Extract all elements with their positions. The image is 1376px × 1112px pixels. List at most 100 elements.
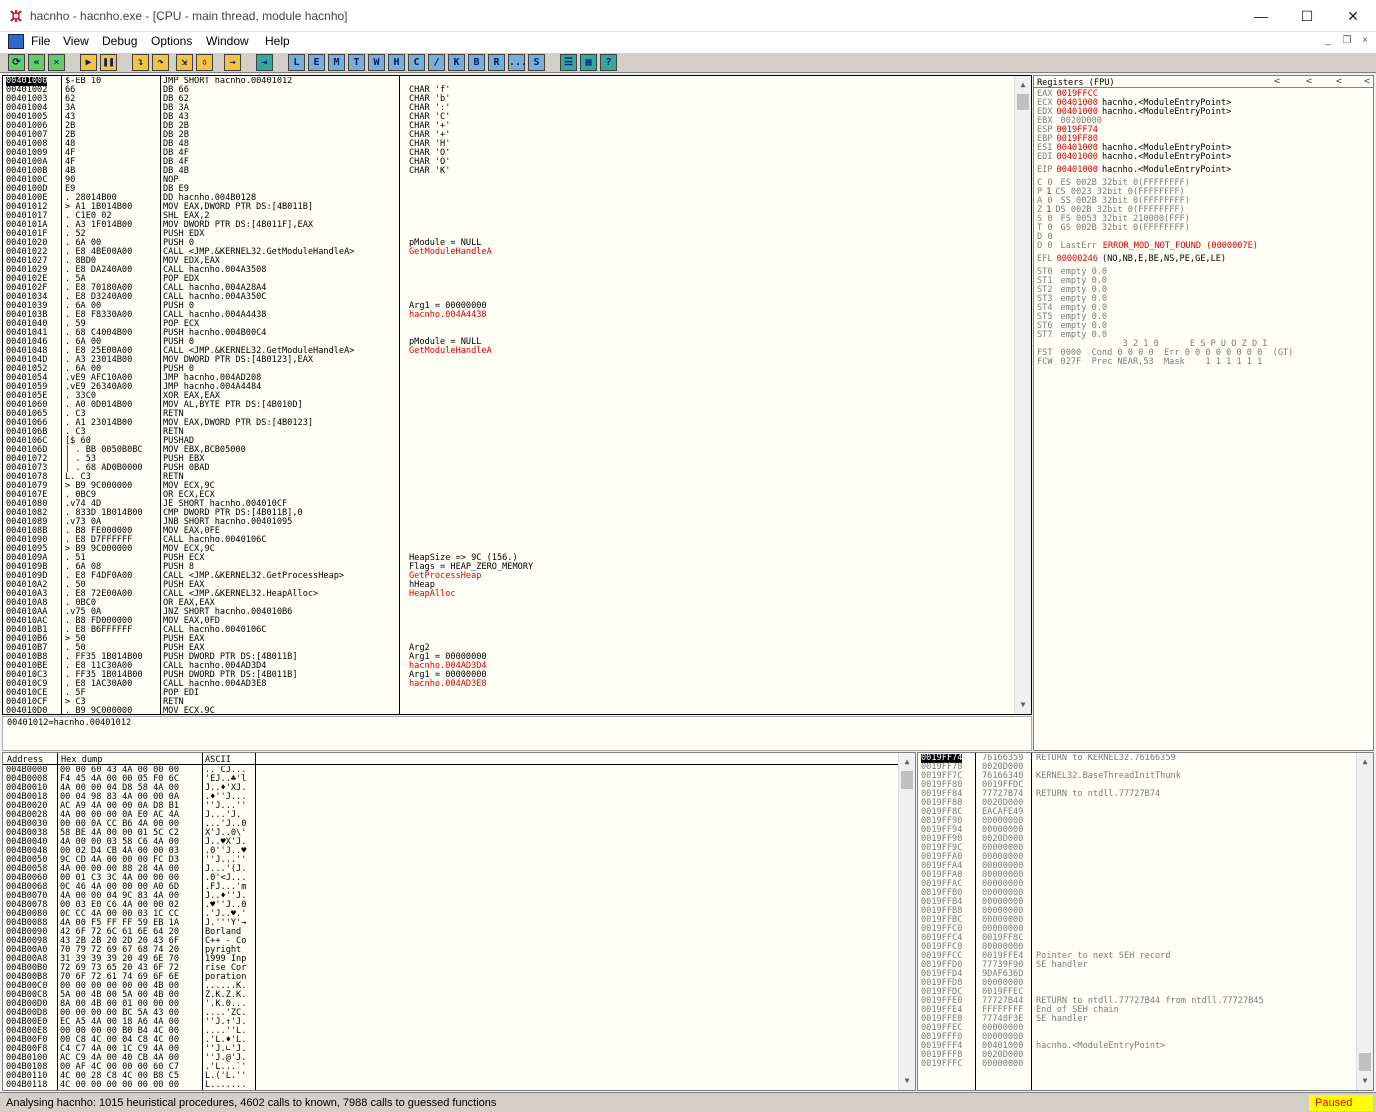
disasm-row[interactable]: 004010B8. FF35 1B014B00 PUSH DWORD PTR DS… <box>3 653 1015 662</box>
scroll-thumb[interactable] <box>1359 1053 1371 1071</box>
disasm-row[interactable]: 00401008 48 DB 48 CHAR 'H' <box>3 140 1015 149</box>
disasm-row[interactable]: 004010B1. E8 B6FFFFFF CALL hacnho.0040106… <box>3 626 1015 635</box>
trace-into-icon[interactable]: ⇲ <box>176 54 193 71</box>
windows-window-button[interactable]: W <box>368 54 385 71</box>
menu-view[interactable]: View <box>63 34 89 48</box>
disasm-row[interactable]: 004010CE. 5F POP EDI <box>3 689 1015 698</box>
disasm-row[interactable]: 00401005 43 DB 43 CHAR 'C' <box>3 113 1015 122</box>
disasm-row[interactable]: 004010C3. FF35 1B014B00 PUSH DWORD PTR DS… <box>3 671 1015 680</box>
disasm-row[interactable]: 0040101F. 52 PUSH EDX <box>3 230 1015 239</box>
disasm-row[interactable]: 004010A3. E8 72E00A00 CALL <JMP.&KERNEL32… <box>3 590 1015 599</box>
minimize-button[interactable]: — <box>1238 0 1284 32</box>
disasm-row[interactable]: 00401041. 68 C4004B00 PUSH hacnho.004B00C… <box>3 329 1015 338</box>
disasm-row[interactable]: 00401082. 833D 1B014B00 CMP DWORD PTR DS:… <box>3 509 1015 518</box>
menu-window[interactable]: Window <box>206 34 249 48</box>
disasm-row[interactable]: 004010CF > C3 RETN <box>3 698 1015 707</box>
register-value[interactable]: 00000246 <box>1057 254 1098 264</box>
scroll-up-icon[interactable]: ▲ <box>899 755 915 769</box>
disasm-row[interactable]: 0040102F. E8 70180A00 CALL hacnho.004A28A… <box>3 284 1015 293</box>
disasm-row[interactable]: 0040100A 4F DB 4F CHAR 'O' <box>3 158 1015 167</box>
stack-pane[interactable]: 0019FF74 76166359 RETURN to KERNEL32.76166… <box>917 752 1374 1091</box>
registers-pane[interactable]: Registers (FPU) < < < < EAX 0019FFCC ECX 00… <box>1033 75 1374 751</box>
disasm-row[interactable]: 004010B6 > 50 PUSH EAX <box>3 635 1015 644</box>
disasm-row[interactable]: 004010A8. 0BC0 OR EAX,EAX <box>3 599 1015 608</box>
step-into-icon[interactable]: ↴ <box>132 54 149 71</box>
scroll-thumb[interactable] <box>901 771 913 789</box>
disasm-row[interactable]: 00401034. E8 D3240A00 CALL hacnho.004A350… <box>3 293 1015 302</box>
chevron-left-icon[interactable]: < <box>1306 76 1312 87</box>
pause-icon[interactable]: ❚❚ <box>100 54 117 71</box>
stack-scrollbar[interactable]: ▲ ▼ <box>1356 753 1373 1090</box>
hex-dump-pane[interactable]: Address Hex dump ASCII 004B0000 00 00 60 … <box>2 752 916 1091</box>
disasm-row[interactable]: 004010D0 . B9 9C000000 MOV ECX,9C <box>3 707 1015 714</box>
disasm-row[interactable]: 00401073 | . 68 AD0B0000 PUSH 0BAD <box>3 464 1015 473</box>
disasm-row[interactable]: 0040106C [$ 60 PUSHAD <box>3 437 1015 446</box>
disasm-row[interactable]: 00401003 62 DB 62 CHAR 'b' <box>3 95 1015 104</box>
disasm-row[interactable]: 004010BE. E8 11C30A00 CALL hacnho.004AD3D… <box>3 662 1015 671</box>
disasm-row[interactable]: 00401046. 6A 00 PUSH 0 pModule = NULL <box>3 338 1015 347</box>
disasm-row[interactable]: 004010AC. B8 FD000000 MOV EAX,0FD <box>3 617 1015 626</box>
disasm-row[interactable]: 00401040. 59 POP ECX <box>3 320 1015 329</box>
disasm-row[interactable]: 00401065. C3 RETN <box>3 410 1015 419</box>
disasm-row[interactable]: 00401089 .v73 0A JNB SHORT hacnho.00401095 <box>3 518 1015 527</box>
disasm-row[interactable]: 004010B7. 50 PUSH EAX Arg2 <box>3 644 1015 653</box>
disasm-row[interactable]: 0040106D | . BB 0050B0BC MOV EBX,BCB05000 <box>3 446 1015 455</box>
disasm-row[interactable]: 0040100C 90 NOP <box>3 176 1015 185</box>
disasm-row[interactable]: 00401012 > A1 1B014B00 MOV EAX,DWORD PTR D… <box>3 203 1015 212</box>
stack-rows[interactable]: 0019FF74 76166359 RETURN to KERNEL32.76166… <box>918 754 1356 1090</box>
disasm-row[interactable]: 00401020. 6A 00 PUSH 0 pModule = NULL <box>3 239 1015 248</box>
chevron-left-icon[interactable]: < <box>1364 76 1370 87</box>
cpu-window-button[interactable]: C <box>408 54 425 71</box>
disasm-row[interactable]: 00401078 L. C3 RETN <box>3 473 1015 482</box>
call-stack-window-button[interactable]: K <box>448 54 465 71</box>
disasm-row[interactable]: 00401022. E8 4BE00A00 CALL <JMP.&KERNEL32… <box>3 248 1015 257</box>
disasm-row[interactable]: 00401072 | . 53 PUSH EBX <box>3 455 1015 464</box>
disasm-row[interactable]: 0040106B. C3 RETN <box>3 428 1015 437</box>
close-program-icon[interactable]: ✕ <box>48 54 65 71</box>
patches-window-button[interactable]: / <box>428 54 445 71</box>
dump-ascii-header[interactable]: ASCII <box>205 755 231 765</box>
disasm-row[interactable]: 00401052. 6A 00 PUSH 0 <box>3 365 1015 374</box>
disasm-row[interactable]: 0040101A. A3 1F014B00 MOV DWORD PTR DS:[4… <box>3 221 1015 230</box>
disasm-row[interactable]: 00401002 66 DB 66 CHAR 'f' <box>3 86 1015 95</box>
disasm-row[interactable]: 0040100D E9 DB E9 <box>3 185 1015 194</box>
child-close-button[interactable]: × <box>1357 34 1373 48</box>
menu-options[interactable]: Options <box>151 34 192 48</box>
threads-window-button[interactable]: T <box>348 54 365 71</box>
child-restore-button[interactable]: ❐ <box>1339 34 1355 48</box>
references-window-button[interactable]: R <box>488 54 505 71</box>
dump-hex-header[interactable]: Hex dump <box>61 755 102 765</box>
disasm-row[interactable]: 00401079 > B9 9C000000 MOV ECX,9C <box>3 482 1015 491</box>
disasm-row[interactable]: 0040109D. E8 F4DF0A00 CALL <JMP.&KERNEL32… <box>3 572 1015 581</box>
breakpoints-window-button[interactable]: B <box>468 54 485 71</box>
disasm-row[interactable]: 00401059 .vE9 26340A00 JMP hacnho.004A4484 <box>3 383 1015 392</box>
disasm-row[interactable]: 004010AA .v75 0A JNZ SHORT hacnho.004010B6 <box>3 608 1015 617</box>
chevron-left-icon[interactable]: < <box>1274 76 1280 87</box>
dump-address-header[interactable]: Address <box>7 755 43 765</box>
disasm-row[interactable]: 004010C9. E8 1AC30A00 CALL hacnho.004AD3E… <box>3 680 1015 689</box>
disasm-row[interactable]: 0040102E. 5A POP EDX <box>3 275 1015 284</box>
scroll-down-icon[interactable]: ▼ <box>899 1074 915 1088</box>
menu-help[interactable]: Help <box>265 34 290 48</box>
disasm-row[interactable]: 00401009 4F DB 4F CHAR 'O' <box>3 149 1015 158</box>
disasm-row[interactable]: 00401090. E8 D7FFFFFF CALL hacnho.0040106… <box>3 536 1015 545</box>
disasm-row[interactable]: 00401004 3A DB 3A CHAR ':' <box>3 104 1015 113</box>
disasm-row[interactable]: 00401017. C1E0 02 SHL EAX,2 <box>3 212 1015 221</box>
run-icon[interactable]: ▶ <box>80 54 97 71</box>
disasm-row[interactable]: 00401039. 6A 00 PUSH 0 Arg1 = 00000000 <box>3 302 1015 311</box>
step-over-icon[interactable]: ↷ <box>152 54 169 71</box>
trace-over-icon[interactable]: ⇳ <box>196 54 213 71</box>
disasm-row[interactable]: 0040100B 4B DB 4B CHAR 'K' <box>3 167 1015 176</box>
modules-window-button[interactable]: E <box>308 54 325 71</box>
log-window-button[interactable]: L <box>288 54 305 71</box>
disasm-row[interactable]: 0040109B. 6A 08 PUSH 8 Flags = HEAP_ZERO_M… <box>3 563 1015 572</box>
menu-file[interactable]: File <box>31 34 50 48</box>
scroll-thumb[interactable] <box>1017 94 1029 110</box>
disasm-row[interactable]: 0040105E. 33C0 XOR EAX,EAX <box>3 392 1015 401</box>
disasm-row[interactable]: 00401066. A1 23014B00 MOV EAX,DWORD PTR D… <box>3 419 1015 428</box>
disasm-row[interactable]: 0040100E. 28014B00 DD hacnho.004B0128 <box>3 194 1015 203</box>
help-icon[interactable]: ? <box>600 54 617 71</box>
restart-icon[interactable]: « <box>28 54 45 71</box>
disasm-row[interactable]: 004010A2. 50 PUSH EAX hHeap <box>3 581 1015 590</box>
run-trace-window-button[interactable]: ... <box>508 54 527 71</box>
